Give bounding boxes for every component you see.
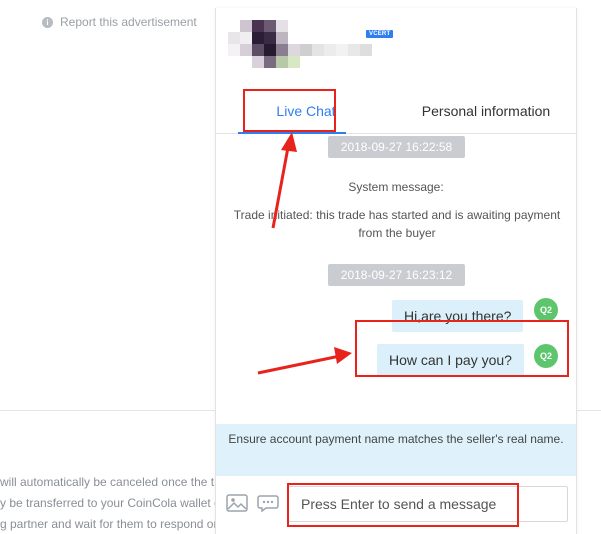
tab-live-chat[interactable]: Live Chat: [216, 90, 396, 133]
user-avatar: Q2: [534, 344, 558, 368]
avatar-pixel: [276, 32, 288, 44]
payment-name-notice: Ensure account payment name matches the …: [216, 424, 576, 476]
tab-personal-information[interactable]: Personal information: [396, 90, 576, 133]
avatar-pixel: [348, 44, 360, 56]
image-icon[interactable]: [226, 494, 248, 512]
avatar-pixel: [240, 20, 252, 32]
avatar-pixel: [228, 32, 240, 44]
background-text-line: g partner and wait for them to respond o…: [0, 517, 221, 531]
emoji-icon[interactable]: [257, 494, 279, 513]
background-text-line: y be transferred to your CoinCola wallet…: [0, 496, 221, 510]
avatar-pixel: [252, 32, 264, 44]
info-icon: i: [42, 16, 53, 28]
avatar-pixel: [264, 20, 276, 32]
timestamp-badge: 2018-09-27 16:22:58: [328, 136, 465, 158]
user-avatar: Q2: [534, 298, 558, 322]
avatar-pixel: [228, 44, 240, 56]
chat-bubble-sent: How can I pay you?: [377, 344, 524, 376]
avatar-pixel: [252, 20, 264, 32]
system-message-body: Trade initiated: this trade has started …: [233, 208, 561, 240]
avatar-pixel: [240, 44, 252, 56]
chat-tabs: Live Chat Personal information: [216, 90, 576, 134]
message-composer: [216, 476, 576, 534]
avatar-pixel: [252, 56, 264, 68]
avatar-pixel: [312, 44, 324, 56]
avatar-pixel: [300, 44, 312, 56]
report-advertisement-link[interactable]: i Report this advertisement: [42, 15, 197, 29]
avatar-pixel: [276, 20, 288, 32]
avatar-pixel: [276, 44, 288, 56]
profile-header: VCERT: [216, 8, 576, 90]
avatar-pixel: [264, 44, 276, 56]
avatar-pixel: [288, 56, 300, 68]
timestamp-badge: 2018-09-27 16:23:12: [328, 264, 465, 286]
avatar-pixel: [264, 32, 276, 44]
message-input[interactable]: [288, 486, 568, 522]
blurred-avatar: [228, 18, 378, 80]
avatar-pixel: [324, 44, 336, 56]
system-message-title: System message:: [348, 180, 444, 194]
avatar-pixel: [288, 44, 300, 56]
report-advertisement-label: Report this advertisement: [60, 15, 197, 29]
background-text-line: will automatically be canceled once the …: [0, 475, 219, 489]
verified-badge: VCERT: [366, 30, 394, 38]
avatar-pixel: [336, 44, 348, 56]
avatar-pixel: [264, 56, 276, 68]
message-list[interactable]: 2018-09-27 16:22:58 System message: Trad…: [216, 134, 576, 424]
avatar-pixel: [276, 56, 288, 68]
avatar-pixel: [360, 44, 372, 56]
avatar-pixel: [240, 32, 252, 44]
chat-bubble-sent: Hi,are you there?: [392, 300, 524, 332]
chat-panel: VCERT Live Chat Personal information 201…: [215, 8, 577, 534]
avatar-pixel: [252, 44, 264, 56]
